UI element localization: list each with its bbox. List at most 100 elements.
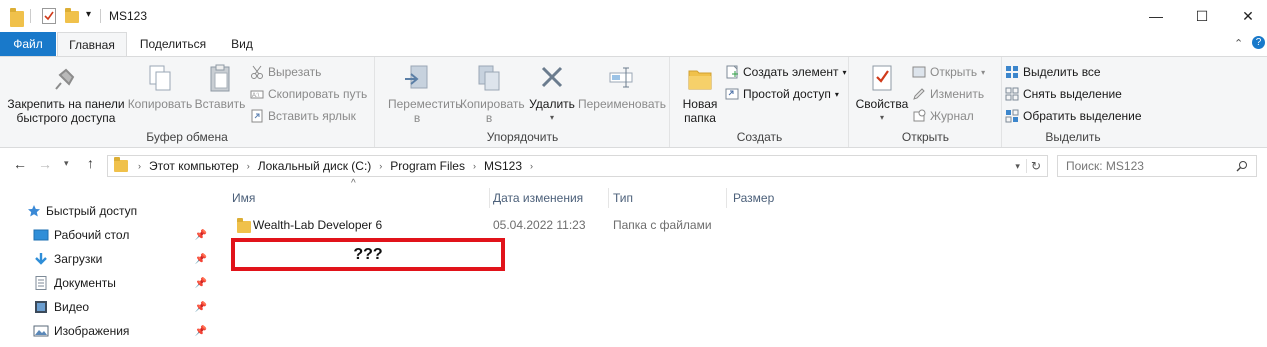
move-to-label: Переместить в xyxy=(388,97,462,125)
chevron-right-icon: › xyxy=(530,161,534,171)
close-button[interactable]: ✕ xyxy=(1225,0,1267,32)
delete-dropdown-icon[interactable]: ▾ xyxy=(526,111,578,125)
new-folder-quick-icon[interactable] xyxy=(65,8,79,23)
file-type: Папка с файлами xyxy=(613,218,712,232)
search-icon xyxy=(1236,161,1247,172)
table-row[interactable]: Wealth-Lab Developer 6 05.04.2022 11:23 … xyxy=(228,214,828,236)
open-label: Открыть xyxy=(930,65,978,79)
nav-quick-access[interactable]: Быстрый доступ xyxy=(0,199,214,223)
new-item-button[interactable]: Создать элемент ▾ xyxy=(725,62,847,82)
easy-access-button[interactable]: Простой доступ ▾ xyxy=(725,84,839,104)
pin-label: Закрепить на панели быстрого доступа xyxy=(7,97,125,125)
search-input[interactable]: Поиск: MS123 xyxy=(1066,159,1144,173)
new-folder-icon xyxy=(686,63,714,93)
cut-label: Вырезать xyxy=(268,65,322,79)
nav-label: Документы xyxy=(54,276,116,290)
window-title: MS123 xyxy=(109,9,148,23)
delete-button[interactable]: Удалить ▾ xyxy=(526,63,578,125)
new-folder-button[interactable]: Новая папка xyxy=(675,63,725,125)
maximize-button[interactable]: ☐ xyxy=(1179,0,1225,32)
folder-icon xyxy=(10,8,24,27)
pin-icon[interactable]: 📌 xyxy=(195,326,207,337)
copy-to-icon xyxy=(475,63,503,93)
help-icon[interactable]: ? xyxy=(1252,36,1265,49)
copy-to-button[interactable]: Копировать в xyxy=(456,63,525,125)
pin-icon[interactable]: 📌 xyxy=(195,302,207,313)
file-name: Wealth-Lab Developer 6 xyxy=(253,218,383,232)
minimize-button[interactable]: — xyxy=(1133,0,1179,32)
properties-quick-icon[interactable] xyxy=(42,8,56,24)
copy-button[interactable]: Копировать xyxy=(126,63,194,111)
up-icon[interactable]: ↑ xyxy=(87,155,94,171)
tab-view[interactable]: Вид xyxy=(220,32,264,56)
copy-path-button[interactable]: A:\ Скопировать путь xyxy=(250,84,367,104)
nav-pictures[interactable]: Изображения 📌 xyxy=(0,319,214,343)
nav-desktop[interactable]: Рабочий стол 📌 xyxy=(0,223,214,247)
star-icon xyxy=(28,205,40,217)
edit-button[interactable]: Изменить xyxy=(912,84,984,104)
select-all-icon xyxy=(1006,66,1018,78)
open-icon xyxy=(912,66,926,78)
breadcrumb-item[interactable]: Program Files xyxy=(390,159,465,173)
search-box[interactable]: Поиск: MS123 xyxy=(1057,155,1257,177)
nav-documents[interactable]: Документы 📌 xyxy=(0,271,214,295)
rename-button[interactable]: Переименовать xyxy=(576,63,668,111)
forward-icon[interactable]: → xyxy=(38,156,52,172)
chevron-right-icon: › xyxy=(246,161,250,171)
properties-icon xyxy=(868,63,896,93)
document-icon xyxy=(35,276,47,290)
breadcrumb[interactable]: › Этот компьютер › Локальный диск (C:) ›… xyxy=(107,155,1048,177)
desktop-icon xyxy=(33,229,49,241)
properties-dropdown-icon[interactable]: ▾ xyxy=(854,111,910,125)
breadcrumb-item[interactable]: Локальный диск (C:) xyxy=(258,159,372,173)
paste-shortcut-button[interactable]: Вставить ярлык xyxy=(250,106,356,126)
select-none-button[interactable]: Снять выделение xyxy=(1005,84,1122,104)
delete-label: Удалить xyxy=(529,97,575,111)
column-header-name[interactable]: Имя xyxy=(228,188,490,208)
address-dropdown-icon[interactable]: ▾ xyxy=(1015,161,1020,172)
open-button[interactable]: Открыть ▾ xyxy=(912,62,985,82)
history-label: Журнал xyxy=(930,109,974,123)
pin-icon[interactable]: 📌 xyxy=(195,278,207,289)
breadcrumb-item[interactable]: MS123 xyxy=(484,159,522,173)
column-header-size[interactable]: Размер xyxy=(729,188,809,208)
nav-downloads[interactable]: Загрузки 📌 xyxy=(0,247,214,271)
new-item-dropdown-icon: ▾ xyxy=(842,67,847,77)
nav-videos[interactable]: Видео 📌 xyxy=(0,295,214,319)
group-open: Свойства ▾ Открыть ▾ Изменить Журнал Отк… xyxy=(850,57,1002,147)
select-all-button[interactable]: Выделить все xyxy=(1005,62,1101,82)
recent-locations-icon[interactable]: ▾ xyxy=(64,158,69,169)
new-item-label: Создать элемент xyxy=(743,65,839,79)
tab-share[interactable]: Поделиться xyxy=(133,32,213,56)
column-header-date[interactable]: Дата изменения xyxy=(489,188,609,208)
cut-button[interactable]: Вырезать xyxy=(250,62,321,82)
copy-icon xyxy=(146,63,174,93)
ribbon-tabs: Файл Главная Поделиться Вид ⌃ ? xyxy=(0,32,1267,57)
invert-selection-button[interactable]: Обратить выделение xyxy=(1005,106,1142,126)
chevron-right-icon: › xyxy=(138,161,141,171)
properties-button[interactable]: Свойства ▾ xyxy=(854,63,910,125)
pin-icon[interactable]: 📌 xyxy=(195,254,207,265)
file-list: ^ Имя Дата изменения Тип Размер Wealth-L… xyxy=(215,178,1267,347)
address-bar-row: ← → ▾ ↑ › Этот компьютер › Локальный дис… xyxy=(0,148,1267,182)
file-date: 05.04.2022 11:23 xyxy=(493,218,586,232)
customize-quick-access-icon[interactable]: ▾ xyxy=(86,9,91,20)
refresh-icon[interactable]: ↻ xyxy=(1025,159,1041,173)
history-button[interactable]: Журнал xyxy=(912,106,974,126)
column-header-type[interactable]: Тип xyxy=(609,188,727,208)
rename-label: Переименовать xyxy=(578,97,666,111)
nav-label: Рабочий стол xyxy=(54,228,130,242)
pin-quick-access-button[interactable]: Закрепить на панели быстрого доступа xyxy=(4,63,128,125)
tab-file[interactable]: Файл xyxy=(0,32,56,56)
back-icon[interactable]: ← xyxy=(13,156,27,172)
edit-label: Изменить xyxy=(930,87,985,101)
select-group-label: Выделить xyxy=(1045,130,1101,144)
organize-group-label: Упорядочить xyxy=(486,130,559,144)
image-icon xyxy=(33,325,49,337)
paste-button[interactable]: Вставить xyxy=(194,63,246,111)
move-to-button[interactable]: Переместить в xyxy=(380,63,462,125)
pin-icon[interactable]: 📌 xyxy=(195,230,207,241)
collapse-ribbon-icon[interactable]: ⌃ xyxy=(1234,37,1243,50)
breadcrumb-item[interactable]: Этот компьютер xyxy=(149,159,239,173)
tab-home[interactable]: Главная xyxy=(57,32,127,57)
